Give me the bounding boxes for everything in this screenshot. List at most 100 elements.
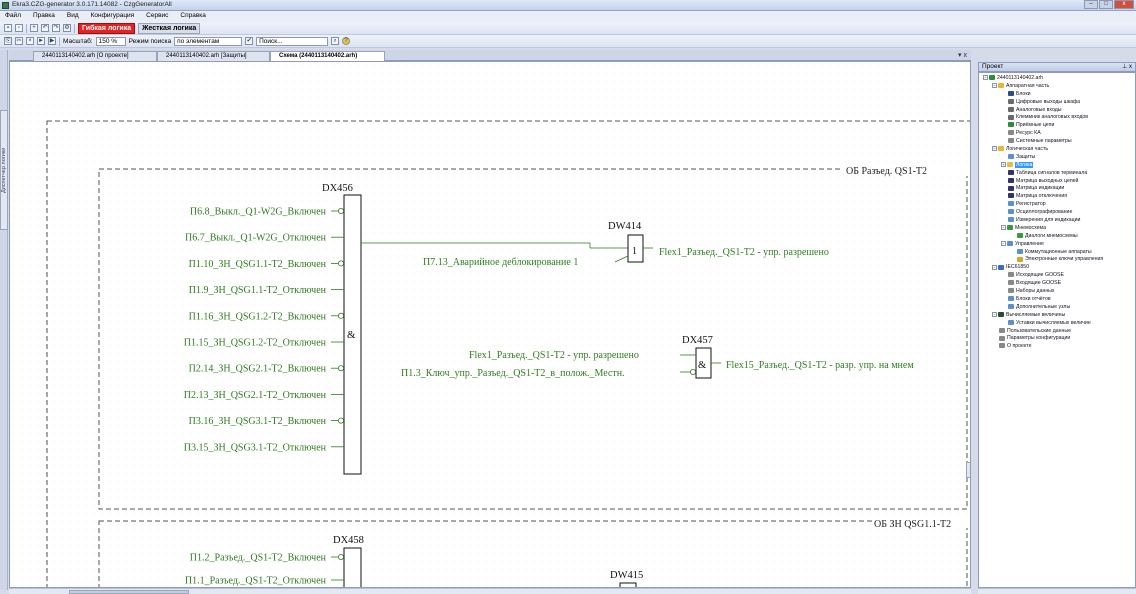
run-icon[interactable]: ►: [37, 37, 45, 45]
tree-item-label: Системные параметры: [1016, 138, 1072, 145]
tree-item[interactable]: Цифровые выходы шкафа: [979, 99, 1135, 107]
undo-icon[interactable]: ↶: [41, 24, 49, 32]
key-icon: [1017, 256, 1023, 262]
maximize-button[interactable]: □: [1099, 0, 1113, 9]
dx456-inversion-mark: [337, 312, 344, 319]
scrollbar-thumb[interactable]: [69, 590, 189, 594]
tree-item[interactable]: Дополнительные узлы: [979, 304, 1135, 312]
tree-item[interactable]: Ресурс КА: [979, 130, 1135, 138]
tree-item[interactable]: Защиты: [979, 154, 1135, 162]
tree-item[interactable]: Матрица отключения: [979, 193, 1135, 201]
tree-item[interactable]: − 2440113140402.arh: [979, 75, 1135, 83]
search-mode-label: Режим поиска: [128, 37, 172, 45]
folder-icon: [998, 83, 1004, 89]
help-icon[interactable]: ?: [342, 37, 351, 45]
tree-item[interactable]: Регистратор: [979, 201, 1135, 209]
dw415-name: DW415: [610, 570, 643, 581]
tree-expander-icon[interactable]: −: [1001, 240, 1006, 246]
canvas-scroll-marker[interactable]: [966, 462, 970, 478]
hard-logic-button[interactable]: Жесткая логика: [138, 22, 201, 34]
zoom-select[interactable]: 150 %: [95, 36, 126, 46]
dx456-input-label: П1.10_ЗН_QSG1.1-T2_Включен: [189, 259, 327, 270]
tree-item[interactable]: Входящие GOOSE: [979, 280, 1135, 288]
tree-item[interactable]: Наборы данных: [979, 288, 1135, 296]
dx458-block[interactable]: [343, 547, 362, 588]
redo-icon[interactable]: ↷: [52, 24, 60, 32]
tree-item[interactable]: Матрица выходных цепей: [979, 178, 1135, 186]
tree-expander-icon[interactable]: −: [992, 146, 997, 152]
tree-item[interactable]: Системные параметры: [979, 138, 1135, 146]
dx456-inversion-mark: [337, 417, 344, 424]
search-mode-select[interactable]: по элементам: [174, 36, 243, 46]
tree-item[interactable]: Уставки вычисляемых величин: [979, 320, 1135, 328]
tree-item[interactable]: Матрица индикации: [979, 185, 1135, 193]
delete-icon[interactable]: ×: [26, 37, 34, 45]
project-horizontal-scrollbar[interactable]: [978, 588, 1136, 594]
toolbar-separator: [26, 23, 27, 33]
dx456-input-label: П3.16_ЗН_QSG3.1-T2_Включен: [189, 416, 327, 427]
search-input[interactable]: Поиск...: [256, 36, 329, 46]
tree-item[interactable]: Клеммник аналоговых входов: [979, 114, 1135, 122]
tree-item[interactable]: − Вычисляемые величины: [979, 312, 1135, 320]
filter-icon[interactable]: ✔: [245, 37, 254, 45]
menu-edit[interactable]: Правка: [28, 11, 60, 20]
search-icon[interactable]: ⌕: [331, 37, 340, 45]
tree-item[interactable]: Таблица сигналов терминала: [979, 170, 1135, 178]
tab-protections[interactable]: 2440113140402.arh [Защиты]: [157, 51, 270, 61]
tree-item[interactable]: Блоки: [979, 91, 1135, 99]
reports-icon: [1008, 296, 1014, 302]
tree-expander-icon[interactable]: −: [983, 75, 988, 81]
soft-logic-button[interactable]: Гибкая логика: [78, 22, 136, 34]
menu-file[interactable]: Файл: [0, 11, 26, 20]
tab-schema[interactable]: Схема (2440113140402.arh): [270, 51, 385, 61]
tree-item[interactable]: Приёмные цепи: [979, 122, 1135, 130]
open-icon[interactable]: ▫: [15, 24, 23, 32]
dx458-inversion-mark: [337, 553, 344, 560]
tree-item[interactable]: Параметры конфигурации: [979, 335, 1135, 343]
app-icon: [2, 2, 9, 9]
new-icon[interactable]: +: [30, 24, 38, 32]
tree-item[interactable]: Коммутационные аппараты: [979, 249, 1135, 257]
schematic-canvas[interactable]: ОБ Разъед. QS1-T2 ОБ ЗН QSG1.1-T2 DX456 …: [9, 61, 971, 588]
logic-manager-tab[interactable]: Диспетчер логики: [0, 110, 8, 230]
tree-item[interactable]: Исходящие GOOSE: [979, 272, 1135, 280]
tree-item[interactable]: Осциллографирование: [979, 209, 1135, 217]
tree-item[interactable]: − Управление: [979, 241, 1135, 249]
close-button[interactable]: x: [1114, 0, 1134, 9]
tree-item-label: Мнемосхема: [1015, 224, 1046, 231]
tree-item[interactable]: Аналоговые входы: [979, 107, 1135, 115]
tree-item[interactable]: Электронные ключи управления: [979, 256, 1135, 264]
tree-expander-icon[interactable]: −: [1001, 225, 1006, 231]
menu-view[interactable]: Вид: [62, 11, 84, 20]
menu-help[interactable]: Справка: [175, 11, 211, 20]
tree-item[interactable]: − IEC61850: [979, 264, 1135, 272]
copy-icon[interactable]: ⎘: [4, 37, 12, 45]
play-icon[interactable]: ▶: [48, 37, 56, 45]
tree-expander-icon[interactable]: +: [1001, 161, 1006, 167]
tree-item[interactable]: Измерения для индикации: [979, 217, 1135, 225]
minimize-button[interactable]: –: [1084, 0, 1098, 9]
tree-item[interactable]: Диалоги мнемосхемы: [979, 233, 1135, 241]
tree-item[interactable]: − Логическая часть: [979, 146, 1135, 154]
pin-icon[interactable]: ⊥ x: [1122, 63, 1132, 71]
tree-item[interactable]: − Аппаратная часть: [979, 83, 1135, 91]
tree-item[interactable]: Блоки отчётов: [979, 296, 1135, 304]
folder-icon: [998, 146, 1004, 152]
cut-icon[interactable]: ✂: [15, 37, 23, 45]
table-icon: [1008, 169, 1014, 175]
tree-item[interactable]: О проекте: [979, 343, 1135, 351]
zoom-label: Масштаб:: [63, 37, 93, 45]
tree-expander-icon[interactable]: −: [992, 264, 997, 270]
tab-menu-close[interactable]: ▾ x: [958, 51, 967, 59]
tree-expander-icon[interactable]: −: [992, 311, 997, 317]
tab-about-project[interactable]: 2440113140402.arh [О проекте]: [33, 51, 157, 61]
save-icon[interactable]: ▪: [4, 24, 12, 32]
tree-item[interactable]: + Логика: [979, 161, 1135, 170]
menu-configuration[interactable]: Конфигурация: [86, 11, 140, 20]
build-icon[interactable]: ⚙: [63, 24, 71, 32]
tree-expander-icon[interactable]: −: [992, 83, 997, 89]
tree-item[interactable]: − Мнемосхема: [979, 225, 1135, 233]
menu-service[interactable]: Сервис: [141, 11, 173, 20]
tree-item[interactable]: Пользовательские данные: [979, 328, 1135, 336]
canvas-horizontal-scrollbar[interactable]: [9, 588, 971, 594]
